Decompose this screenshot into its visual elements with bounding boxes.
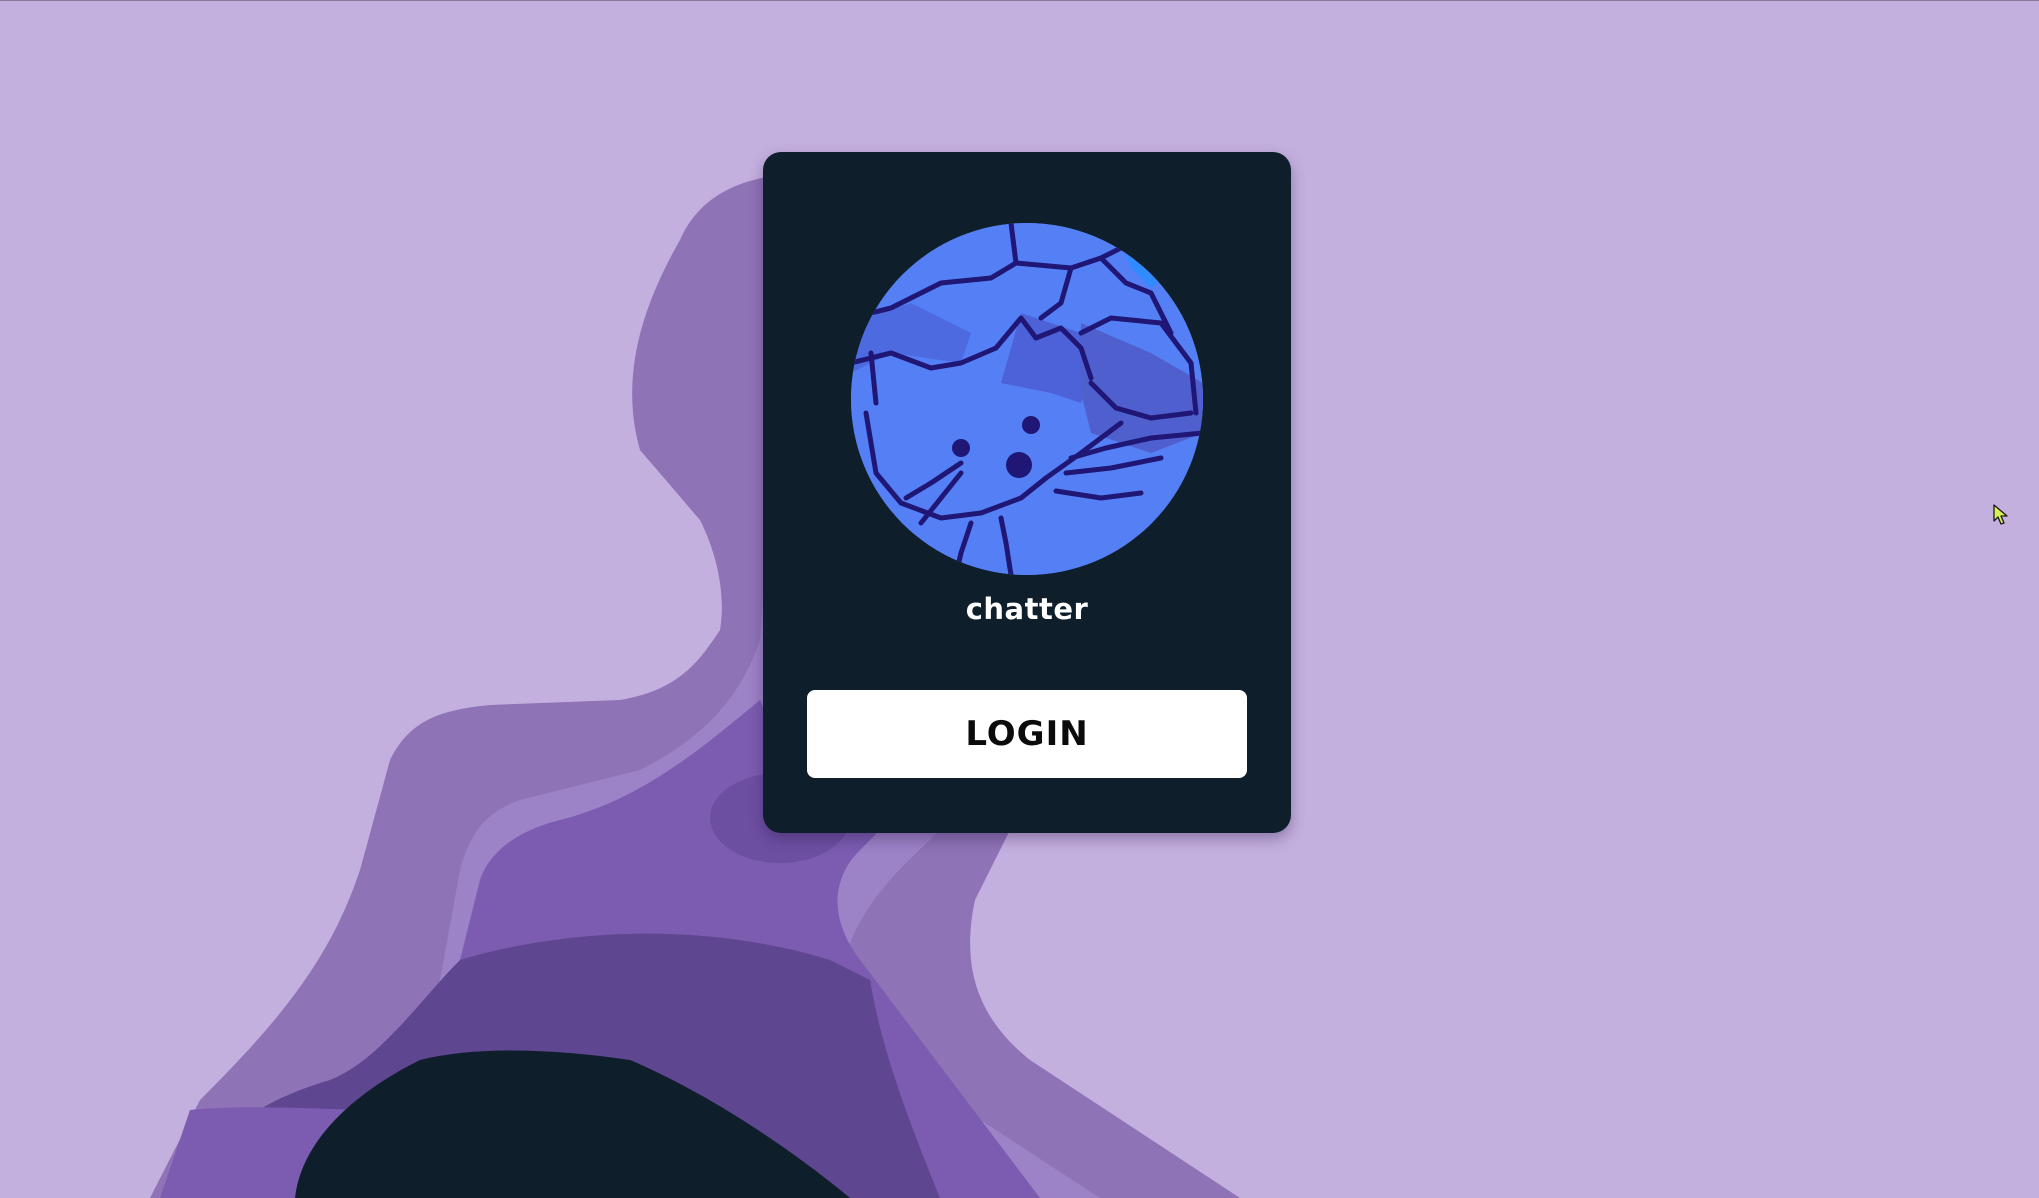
app-name: chatter (965, 592, 1089, 626)
login-card: chatter LOGIN (763, 152, 1291, 833)
login-page: chatter LOGIN (0, 0, 2039, 1198)
mouse-pointer-icon (1993, 504, 2009, 530)
login-button[interactable]: LOGIN (807, 690, 1247, 778)
cat-avatar-icon (851, 223, 1203, 575)
